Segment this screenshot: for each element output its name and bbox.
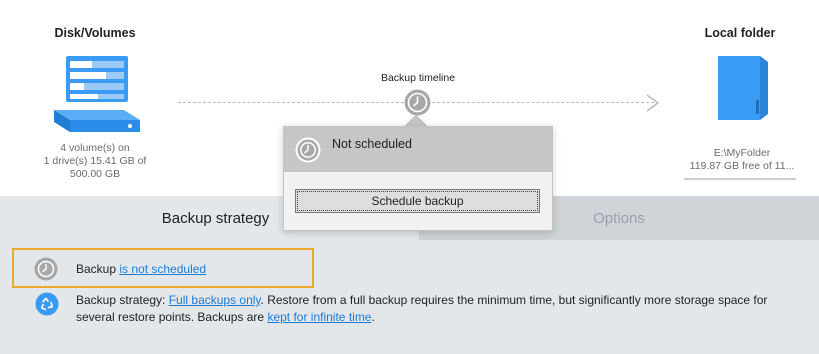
strategy-panel: Backup is not scheduled Backup strategy:… [0,240,819,354]
local-folder-icon[interactable] [712,54,772,122]
schedule-summary: Backup is not scheduled [76,262,206,276]
timeline-clock-icon[interactable] [404,89,431,116]
source-title[interactable]: Disk/Volumes [30,26,160,40]
schedule-link[interactable]: is not scheduled [119,262,206,276]
strategy-prefix: Backup strategy: [76,293,169,307]
strategy-summary: Backup strategy: Full backups only. Rest… [76,292,806,326]
retention-link[interactable]: kept for infinite time [267,310,371,324]
source-description: 4 volume(s) on 1 drive(s) 15.41 GB of 50… [43,142,147,180]
strategy-link[interactable]: Full backups only [169,293,261,307]
recycle-icon [35,292,59,316]
timeline-line-right [432,102,654,103]
timeline-arrow-icon [646,94,660,112]
destination-title[interactable]: Local folder [672,26,808,40]
schedule-status: Not scheduled [332,137,412,151]
schedule-popup: Not scheduled Schedule backup [283,126,553,231]
timeline-label: Backup timeline [380,72,456,84]
schedule-backup-button[interactable]: Schedule backup [295,189,540,213]
schedule-clock-icon [34,257,58,281]
destination-space-bar [684,178,796,180]
popup-header: Not scheduled [284,127,552,172]
timeline-line-left [178,102,404,103]
destination-path: E:\MyFolder [713,147,771,159]
destination-free-space: 119.87 GB free of 11... [689,160,795,172]
disk-volumes-icon[interactable] [52,52,142,134]
popup-clock-icon [295,137,321,163]
schedule-prefix: Backup [76,262,120,276]
strategy-suffix: . [371,310,375,324]
